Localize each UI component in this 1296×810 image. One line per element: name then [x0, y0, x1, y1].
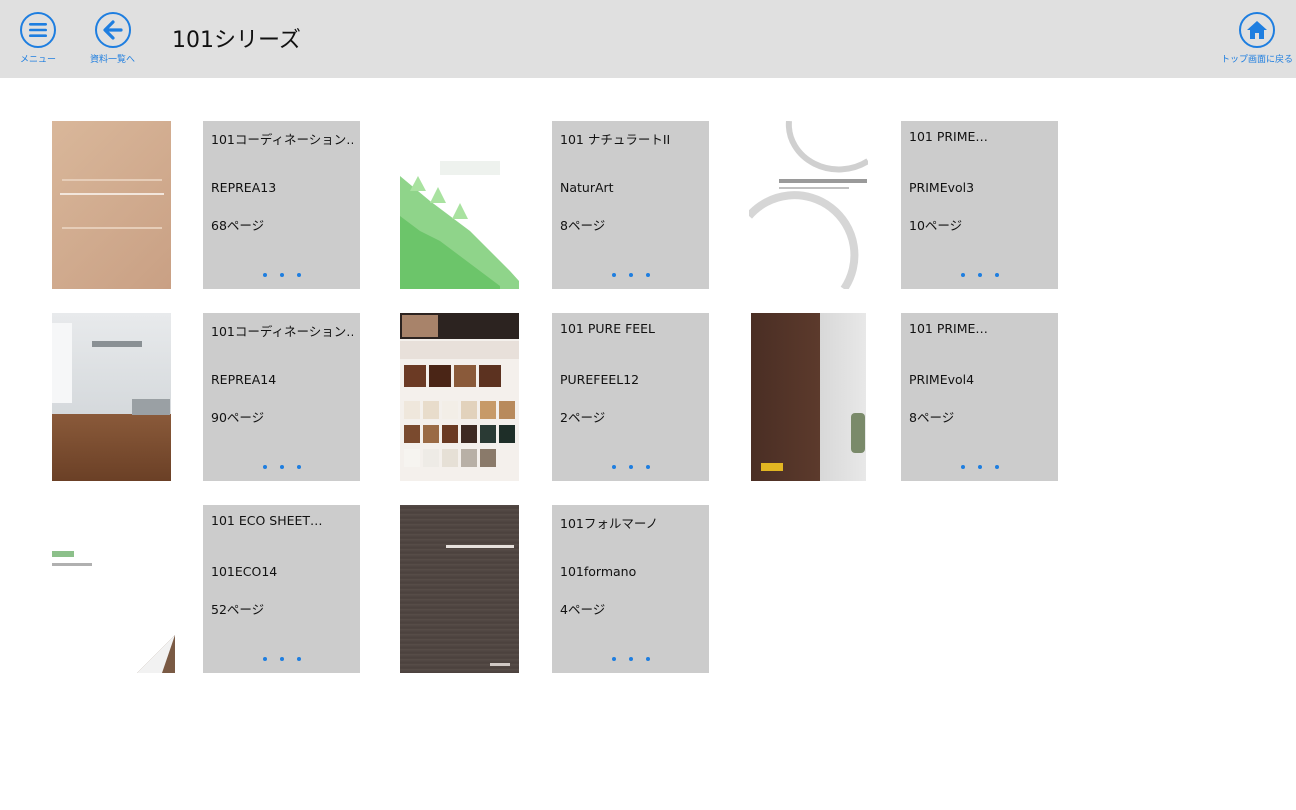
- more-options-icon[interactable]: [263, 273, 301, 279]
- more-options-icon[interactable]: [961, 465, 999, 471]
- card-title: 101コーディネーション…: [211, 132, 353, 147]
- catalog-cover-reprea13[interactable]: [52, 121, 171, 289]
- card-code: 101formano: [560, 564, 637, 579]
- more-options-icon[interactable]: [263, 465, 301, 471]
- card-pages: 10ページ: [909, 218, 963, 233]
- arrow-left-icon: [94, 12, 131, 48]
- card-title: 101 PRIME…: [909, 321, 988, 336]
- card-title: 101 ECO SHEET…: [211, 513, 323, 528]
- card-code: NaturArt: [560, 180, 614, 195]
- card-code: 101ECO14: [211, 564, 278, 579]
- cover-logo-bar: [490, 663, 510, 666]
- more-options-icon[interactable]: [961, 273, 999, 279]
- sofa-graphic: [132, 399, 170, 415]
- arc-illustration: [749, 121, 868, 289]
- cover-divider: [60, 193, 164, 195]
- card-code: REPREA14: [211, 372, 277, 387]
- menu-button[interactable]: メニュー: [20, 12, 56, 65]
- catalog-cover-purefeel[interactable]: [400, 313, 519, 481]
- card-code: PRIMEvol3: [909, 180, 975, 195]
- cover-logo-bar: [92, 341, 142, 347]
- window-graphic: [52, 323, 72, 403]
- card-pages: 4ページ: [560, 602, 606, 617]
- more-options-icon[interactable]: [612, 273, 650, 279]
- catalog-card[interactable]: 101コーディネーション… REPREA13 68ページ: [203, 121, 360, 289]
- card-title: 101 PURE FEEL: [560, 321, 656, 336]
- back-label: 資料一覧へ: [90, 55, 136, 65]
- eco-sheet-illustration: [52, 551, 175, 673]
- catalog-card[interactable]: 101フォルマーノ 101formano 4ページ: [552, 505, 709, 673]
- forest-illustration: [400, 161, 519, 289]
- catalog-card[interactable]: 101コーディネーション… REPREA14 90ページ: [203, 313, 360, 481]
- card-pages: 2ページ: [560, 410, 606, 425]
- card-title: 101コーディネーション…: [211, 324, 353, 339]
- app-header: メニュー 資料一覧へ 101シリーズ トップ画面に戻る: [0, 0, 1296, 78]
- cover-badge: [761, 463, 783, 471]
- page-title: 101シリーズ: [172, 28, 301, 53]
- hamburger-icon: [20, 12, 56, 48]
- cover-title-bar: [446, 545, 514, 548]
- plant-graphic: [851, 413, 865, 453]
- catalog-cover-reprea14[interactable]: [52, 313, 171, 481]
- card-pages: 68ページ: [211, 218, 265, 233]
- card-pages: 8ページ: [909, 410, 955, 425]
- catalog-cover-formano[interactable]: [400, 505, 519, 673]
- catalog-cover-ecosheet[interactable]: [52, 505, 175, 673]
- catalog-card[interactable]: 101 PRIME… PRIMEvol4 8ページ: [901, 313, 1058, 481]
- more-options-icon[interactable]: [612, 465, 650, 471]
- catalog-card[interactable]: 101 PRIME… PRIMEvol3 10ページ: [901, 121, 1058, 289]
- back-to-list-button[interactable]: 資料一覧へ: [90, 12, 135, 65]
- more-options-icon[interactable]: [263, 657, 301, 663]
- card-code: PRIMEvol4: [909, 372, 975, 387]
- home-button[interactable]: トップ画面に戻る: [1220, 12, 1294, 65]
- card-title: 101 PRIME…: [909, 129, 988, 144]
- home-icon: [1239, 12, 1275, 48]
- card-code: REPREA13: [211, 180, 277, 195]
- catalog-card[interactable]: 101 PURE FEEL PUREFEEL12 2ページ: [552, 313, 709, 481]
- cover-decoration: [62, 133, 162, 273]
- catalog-cover-primevol4[interactable]: [751, 313, 866, 481]
- card-pages: 90ページ: [211, 410, 265, 425]
- card-title: 101フォルマーノ: [560, 516, 659, 531]
- catalog-card[interactable]: 101 ECO SHEET… 101ECO14 52ページ: [203, 505, 360, 673]
- home-label: トップ画面に戻る: [1220, 55, 1293, 65]
- catalog-cover-naturart[interactable]: [400, 121, 519, 289]
- card-title: 101 ナチュラートII: [560, 132, 671, 147]
- card-code: PUREFEEL12: [560, 372, 640, 387]
- card-pages: 8ページ: [560, 218, 606, 233]
- swatch-sheet-illustration: [400, 313, 519, 467]
- catalog-cover-primevol3[interactable]: [749, 121, 868, 289]
- catalog-card[interactable]: 101 ナチュラートII NaturArt 8ページ: [552, 121, 709, 289]
- menu-label: メニュー: [20, 55, 57, 65]
- card-pages: 52ページ: [211, 602, 265, 617]
- more-options-icon[interactable]: [612, 657, 650, 663]
